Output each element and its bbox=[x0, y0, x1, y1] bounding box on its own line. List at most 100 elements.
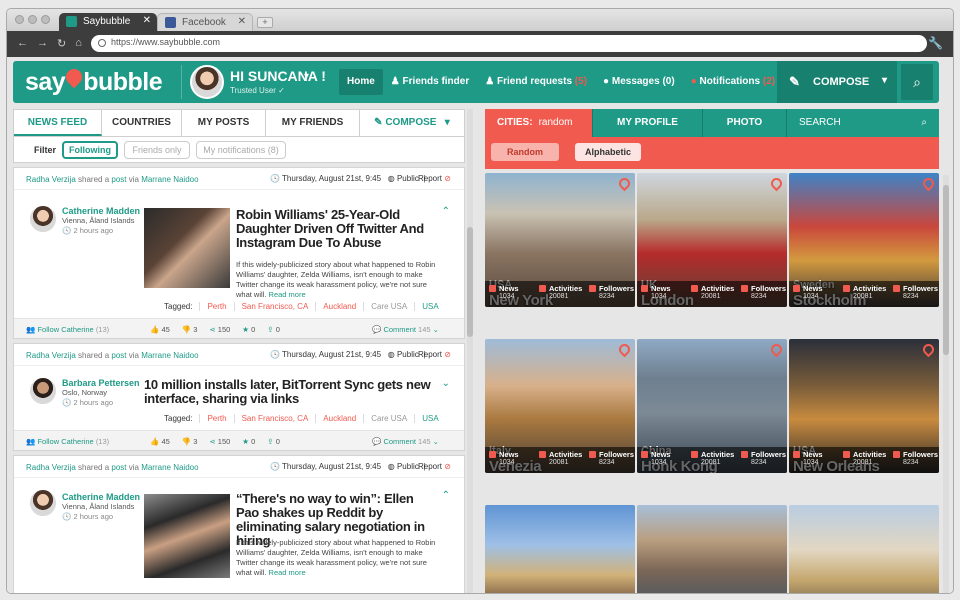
favorite-button[interactable]: ★ 0 bbox=[242, 325, 255, 334]
tag-link[interactable]: San Francisco, CA bbox=[233, 302, 316, 311]
like-button[interactable]: 👍 45 bbox=[150, 437, 170, 446]
city-stat-followers[interactable]: Followers 8234 bbox=[585, 281, 635, 307]
feed-scrollbar[interactable] bbox=[467, 109, 473, 593]
close-tab-icon[interactable]: ✕ bbox=[238, 16, 246, 27]
menu-friends-finder[interactable]: ♟ Friends finder bbox=[383, 69, 477, 95]
menu-messages[interactable]: ● Messages (0) bbox=[595, 69, 683, 95]
tab-photo[interactable]: PHOTO bbox=[703, 109, 787, 137]
city-stat-news[interactable]: News 1034 bbox=[637, 447, 687, 473]
menu-notifications[interactable]: ● Notifications (2) bbox=[683, 69, 783, 95]
city-stat-news[interactable]: News 1034 bbox=[485, 281, 535, 307]
comment-button[interactable]: 💬 Comment 145 ⌄ bbox=[372, 437, 439, 446]
city-card[interactable]: SwedenStockholmNews1034Activities20081Fo… bbox=[789, 173, 939, 307]
city-stat-activities[interactable]: Activities 20081 bbox=[687, 281, 737, 307]
tag-link[interactable]: Care USA bbox=[363, 414, 414, 423]
author-name[interactable]: Catherine Madden bbox=[62, 206, 140, 216]
window-controls[interactable] bbox=[15, 15, 50, 24]
dislike-button[interactable]: 👎 3 bbox=[182, 325, 198, 334]
tag-link[interactable]: Auckland bbox=[315, 302, 363, 311]
city-stat-activities[interactable]: Activities 20081 bbox=[535, 447, 585, 473]
post-image[interactable] bbox=[144, 208, 230, 288]
city-card[interactable]: USANew YorkNews1034Activities20081Follow… bbox=[485, 173, 635, 307]
dislike-button[interactable]: 👎 3 bbox=[182, 437, 198, 446]
author-avatar[interactable] bbox=[28, 204, 58, 234]
map-pin-icon[interactable] bbox=[768, 341, 785, 358]
reshare-button[interactable]: ⇪ 0 bbox=[267, 325, 280, 334]
post-title[interactable]: 10 million installs later, BitTorrent Sy… bbox=[144, 378, 434, 406]
browser-tab-saybubble[interactable]: Saybubble ✕ bbox=[59, 13, 157, 31]
chevron-down-icon[interactable]: ⌄ bbox=[442, 378, 450, 389]
author-avatar[interactable] bbox=[28, 488, 58, 518]
reload-icon[interactable]: ↻ bbox=[57, 37, 66, 50]
close-tab-icon[interactable]: ✕ bbox=[143, 15, 151, 26]
tab-my-profile[interactable]: MY PROFILE bbox=[593, 109, 703, 137]
author-name[interactable]: Barbara Pettersen bbox=[62, 378, 140, 388]
city-card[interactable]: ChinaHonk KongNews1034Activities20081Fol… bbox=[637, 339, 787, 473]
city-stat-activities[interactable]: Activities 20081 bbox=[839, 447, 889, 473]
comment-button[interactable]: 💬 Comment 145 ⌄ bbox=[372, 325, 439, 334]
tab-my-friends[interactable]: MY FRIENDS bbox=[266, 110, 360, 136]
author-avatar[interactable] bbox=[28, 376, 58, 406]
map-pin-icon[interactable] bbox=[920, 341, 937, 358]
browser-tab-facebook[interactable]: Facebook ✕ bbox=[157, 13, 253, 31]
chevron-down-icon[interactable]: ▾ bbox=[882, 75, 887, 86]
home-icon[interactable]: ⌂ bbox=[75, 37, 82, 50]
cities-search[interactable]: SEARCH ⌕ bbox=[787, 109, 939, 137]
report-link[interactable]: Report ⊘ bbox=[418, 462, 451, 471]
address-bar[interactable]: https://www.saybubble.com bbox=[91, 35, 927, 52]
share-button[interactable]: ⋖ 150 bbox=[209, 325, 230, 334]
city-card[interactable]: ItalyVeneziaNews1034Activities20081Follo… bbox=[485, 339, 635, 473]
follow-author-button[interactable]: 👥 Follow Catherine (13) bbox=[26, 325, 109, 334]
map-pin-icon[interactable] bbox=[616, 175, 633, 192]
saybubble-logo[interactable]: say bubble bbox=[25, 65, 163, 97]
city-stat-followers[interactable]: Followers 8234 bbox=[737, 447, 787, 473]
chevron-down-icon[interactable]: ▾ bbox=[304, 71, 309, 82]
city-stat-followers[interactable]: Followers 8234 bbox=[889, 281, 939, 307]
read-more-link[interactable]: Read more bbox=[269, 568, 306, 577]
report-link[interactable]: Report ⊘ bbox=[418, 174, 451, 183]
city-stat-news[interactable]: News 1034 bbox=[789, 281, 839, 307]
post-image[interactable] bbox=[144, 494, 230, 578]
sort-random-button[interactable]: Random bbox=[491, 143, 559, 161]
back-arrow-icon[interactable]: ← bbox=[17, 37, 28, 50]
city-card[interactable] bbox=[789, 505, 939, 593]
header-search-button[interactable]: ⌕ bbox=[901, 64, 933, 100]
follow-author-button[interactable]: 👥 Follow Catherine (13) bbox=[26, 437, 109, 446]
city-card[interactable] bbox=[637, 505, 787, 593]
city-stat-activities[interactable]: Activities 20081 bbox=[839, 281, 889, 307]
map-pin-icon[interactable] bbox=[768, 175, 785, 192]
tag-link[interactable]: USA bbox=[414, 414, 445, 423]
city-card[interactable]: USANew OrleansNews1034Activities20081Fol… bbox=[789, 339, 939, 473]
post-title[interactable]: Robin Williams' 25-Year-Old Daughter Dri… bbox=[236, 208, 436, 250]
filter-following[interactable]: Following bbox=[62, 141, 118, 159]
tab-cities[interactable]: CITIES: random bbox=[485, 109, 593, 137]
city-stat-news[interactable]: News 1034 bbox=[637, 281, 687, 307]
city-card[interactable] bbox=[485, 505, 635, 593]
like-button[interactable]: 👍 45 bbox=[150, 325, 170, 334]
city-stat-news[interactable]: News 1034 bbox=[485, 447, 535, 473]
menu-home[interactable]: Home bbox=[339, 69, 383, 95]
favorite-button[interactable]: ★ 0 bbox=[242, 437, 255, 446]
map-pin-icon[interactable] bbox=[920, 175, 937, 192]
city-card[interactable]: UKLondonNews1034Activities20081Followers… bbox=[637, 173, 787, 307]
tab-compose[interactable]: ✎ COMPOSE ▾ bbox=[360, 110, 464, 136]
city-stat-followers[interactable]: Followers 8234 bbox=[889, 447, 939, 473]
reshare-button[interactable]: ⇪ 0 bbox=[267, 437, 280, 446]
sort-alphabetic-button[interactable]: Alphabetic bbox=[575, 143, 641, 161]
tag-link[interactable]: Perth bbox=[199, 302, 233, 311]
wrench-icon[interactable]: 🔧 bbox=[928, 36, 943, 50]
city-stat-activities[interactable]: Activities 20081 bbox=[535, 281, 585, 307]
new-tab-button[interactable]: + bbox=[257, 17, 273, 28]
tab-countries[interactable]: COUNTRIES bbox=[102, 110, 182, 136]
filter-my-notifications[interactable]: My notifications (8) bbox=[196, 141, 286, 159]
city-stat-activities[interactable]: Activities 20081 bbox=[687, 447, 737, 473]
forward-arrow-icon[interactable]: → bbox=[37, 37, 48, 50]
user-menu[interactable]: HI SUNCANA ! Trusted User ✓ ▾ bbox=[181, 65, 326, 99]
tab-my-posts[interactable]: MY POSTS bbox=[182, 110, 266, 136]
tag-link[interactable]: Care USA bbox=[363, 302, 414, 311]
tag-link[interactable]: Perth bbox=[199, 414, 233, 423]
report-link[interactable]: Report ⊘ bbox=[418, 350, 451, 359]
city-stat-news[interactable]: News 1034 bbox=[789, 447, 839, 473]
chevron-up-icon[interactable]: ⌃ bbox=[442, 206, 450, 217]
tag-link[interactable]: Auckland bbox=[315, 414, 363, 423]
